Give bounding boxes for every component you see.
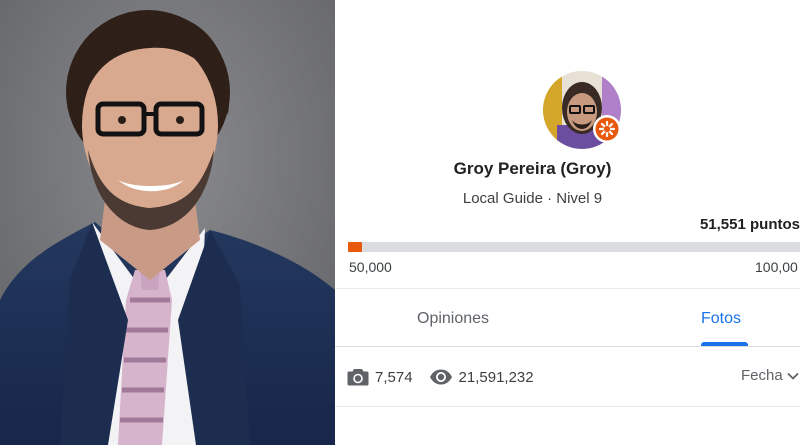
camera-icon	[347, 367, 369, 387]
profile-avatar[interactable]	[542, 70, 622, 150]
points-total: 51,551 puntos	[699, 216, 800, 233]
divider	[335, 288, 800, 289]
tabs-divider	[335, 346, 800, 347]
views-count: 21,591,232	[458, 368, 534, 386]
progress-max-label: 100,00	[755, 259, 798, 275]
tab-opiniones[interactable]: Opiniones	[417, 310, 489, 328]
local-guide-level: Local Guide · Nivel 9	[462, 190, 603, 207]
chevron-down-icon	[787, 367, 799, 384]
progress-min-label: 50,000	[349, 259, 392, 275]
profile-name: Groy Pereira (Groy)	[453, 159, 612, 178]
eye-icon	[429, 367, 453, 387]
tab-fotos[interactable]: Fotos	[701, 310, 741, 328]
local-guide-star-badge-icon	[592, 114, 622, 144]
divider	[335, 406, 800, 407]
level-progress-bar	[348, 242, 800, 252]
local-guide-profile-panel: Groy Pereira (Groy) Local Guide · Nivel …	[335, 0, 800, 445]
photo-stats: 7,574 21,591,232	[347, 366, 534, 388]
photos-count: 7,574	[375, 368, 413, 386]
sort-dropdown[interactable]: Fecha	[741, 367, 799, 384]
level-progress-fill	[348, 242, 362, 252]
sort-label: Fecha	[741, 367, 783, 384]
profile-portrait-photo	[0, 0, 335, 445]
